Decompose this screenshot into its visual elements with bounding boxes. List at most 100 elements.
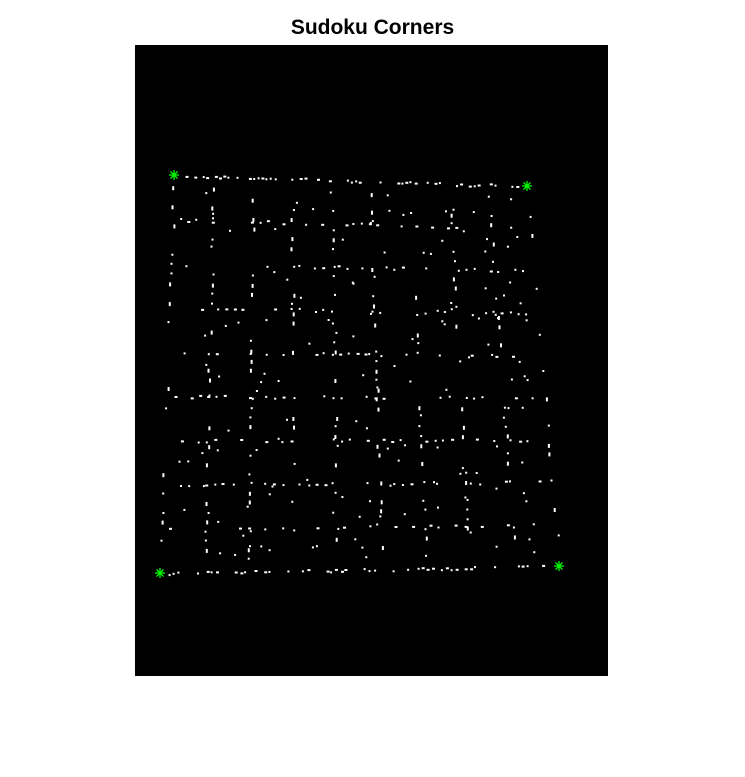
edge-pixel [533,551,536,554]
edge-pixel [233,308,237,311]
edge-pixel [391,441,395,443]
edge-pixel [255,390,258,392]
edge-pixel [461,467,464,470]
edge-pixel [290,308,293,310]
edge-pixel [516,236,519,238]
edge-pixel [503,294,505,297]
edge-pixel [180,485,182,487]
edge-pixel [211,206,214,211]
edge-pixel [526,565,529,568]
edge-pixel [385,266,388,269]
edge-pixel [332,209,335,212]
edge-pixel [516,186,520,188]
edge-pixel [187,221,191,223]
edge-pixel [208,445,211,450]
edge-pixel [273,271,276,274]
edge-pixel [369,222,372,224]
edge-pixel [490,223,493,228]
edge-pixel [470,568,474,571]
edge-pixel [160,539,163,542]
edge-pixel [225,308,229,311]
edge-pixel [421,567,425,570]
edge-pixel [316,527,320,530]
edge-pixel [339,353,343,356]
edge-pixel [210,571,213,574]
edge-pixel [405,181,409,184]
edge-pixel [493,440,496,442]
edge-pixel [548,452,551,457]
edge-pixel [251,198,254,203]
edge-pixel [455,568,459,571]
edge-pixel [242,534,245,537]
edge-pixel [315,353,319,356]
edge-pixel [393,483,396,486]
edge-pixel [523,375,526,378]
edge-pixel [216,571,219,574]
edge-pixel [445,567,449,570]
edge-pixel [484,287,487,290]
edge-pixel [380,355,383,358]
edge-pixel [417,567,420,570]
edge-pixel [266,265,269,268]
edge-pixel [287,570,290,573]
edge-pixel [542,370,545,372]
edge-pixel [450,569,453,572]
edge-pixel [292,417,295,421]
edge-pixel [298,307,301,310]
edge-pixel [402,213,405,216]
edge-pixel [475,472,478,474]
edge-pixel [368,353,371,356]
edge-pixel [521,565,525,568]
edge-pixel [382,438,386,441]
edge-pixel [375,397,378,402]
edge-pixel [409,380,412,383]
edge-pixel [331,322,334,325]
edge-pixel [368,570,371,573]
edge-pixel [165,407,168,410]
edge-pixel [375,378,378,381]
edge-pixel [365,556,368,559]
edge-pixel [462,425,465,430]
edge-pixel [407,568,410,571]
edge-pixel [335,331,338,334]
edge-pixel [429,524,433,527]
edge-pixel [215,395,218,398]
edge-pixel [260,545,263,548]
edge-pixel [441,239,444,242]
edge-pixel [495,297,498,300]
edge-pixel [412,525,416,528]
edge-pixel [205,363,208,366]
edge-pixel [268,493,271,496]
edge-pixel [246,505,249,508]
edge-pixel [217,308,220,311]
edge-pixel [292,321,295,326]
edge-pixel [260,381,263,384]
edge-pixel [354,538,357,541]
edge-pixel [525,500,528,503]
edge-pixel [206,520,209,525]
edge-pixel [418,425,421,428]
edge-pixel [461,435,464,440]
edge-pixel [183,508,186,511]
edge-pixel [291,237,294,242]
edge-pixel [322,308,325,311]
edge-pixel [550,479,553,482]
edge-pixel [454,260,456,263]
edge-pixel [274,308,278,311]
edge-pixel [293,529,296,532]
edge-pixel [274,397,277,400]
edge-pixel [365,395,368,398]
edge-pixel [264,482,267,485]
edge-pixel [219,177,222,180]
edge-pixel [197,572,199,575]
edge-pixel [401,266,405,269]
edge-pixel [464,496,467,499]
edge-pixel [443,323,446,326]
edge-pixel [468,185,472,188]
edge-pixel [315,311,317,313]
edge-pixel [401,182,404,185]
edge-pixel [350,181,353,184]
edge-pixel [277,380,280,382]
edge-pixel [249,454,252,457]
edge-pixel [345,224,349,227]
